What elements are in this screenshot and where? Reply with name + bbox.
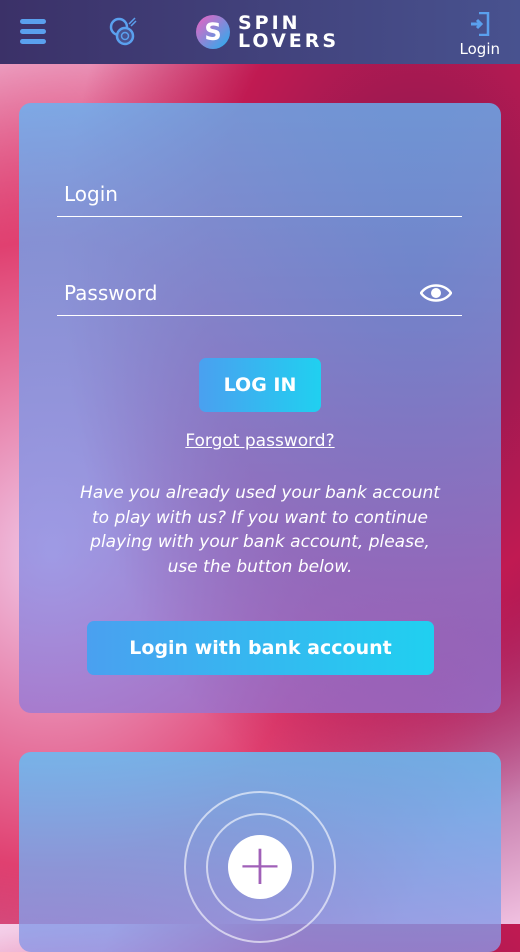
header-login-label: Login xyxy=(459,40,500,58)
login-input[interactable]: Login xyxy=(57,171,462,217)
header: S SPIN LOVERS Login xyxy=(0,0,520,64)
password-input[interactable]: Password xyxy=(57,270,462,316)
brand-line2: LOVERS xyxy=(238,30,340,52)
logo-mark: S xyxy=(196,15,230,49)
eye-icon[interactable] xyxy=(420,283,452,303)
log-in-button[interactable]: LOG IN xyxy=(199,358,321,412)
header-login-button[interactable]: Login xyxy=(459,11,500,58)
casino-chips-icon[interactable] xyxy=(108,16,138,48)
password-placeholder: Password xyxy=(64,281,158,305)
logo[interactable]: S SPIN LOVERS xyxy=(196,14,340,52)
login-card: Login Password LOG IN Forgot password? H… xyxy=(19,103,501,713)
menu-icon[interactable] xyxy=(20,19,46,45)
login-placeholder: Login xyxy=(64,182,118,206)
add-card: + xyxy=(19,752,501,952)
forgot-password-link[interactable]: Forgot password? xyxy=(19,431,501,451)
plus-icon[interactable]: + xyxy=(228,835,292,899)
bank-account-info: Have you already used your bank account … xyxy=(80,483,440,577)
login-with-bank-button[interactable]: Login with bank account xyxy=(87,621,434,675)
login-icon xyxy=(470,11,490,37)
